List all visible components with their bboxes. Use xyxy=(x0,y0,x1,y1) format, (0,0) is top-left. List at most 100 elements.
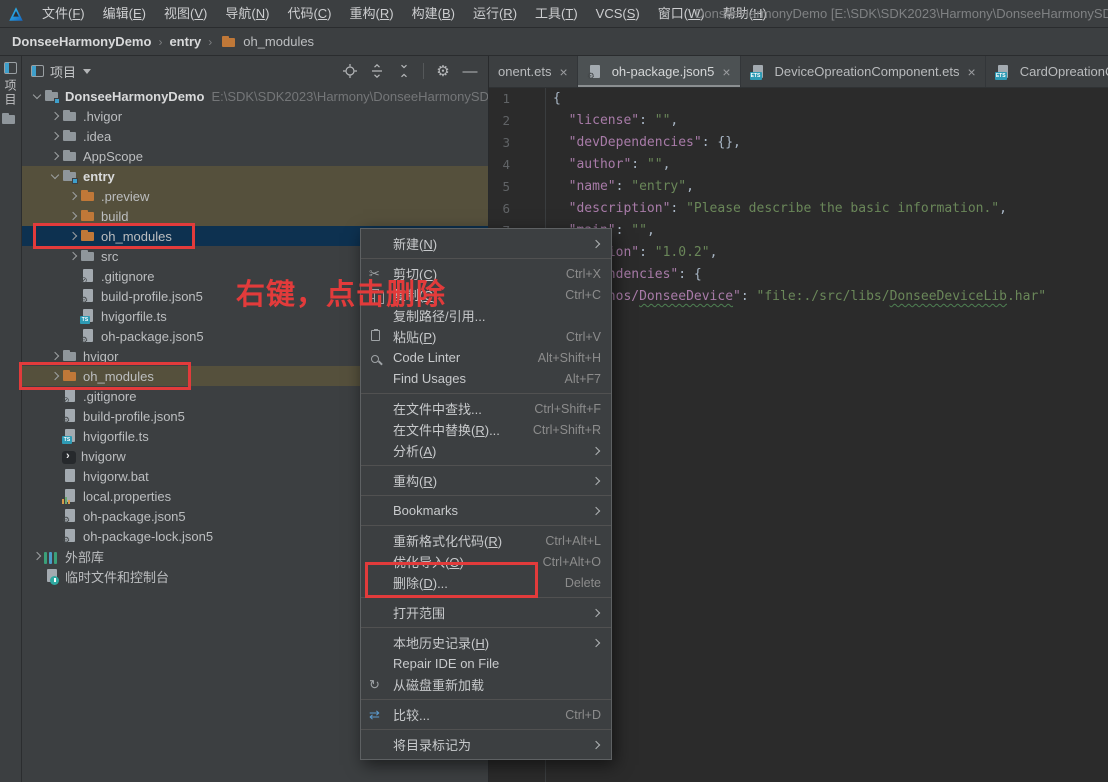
json5-file-icon: ⚙ xyxy=(80,289,96,303)
tree-item-label: local.properties xyxy=(83,489,171,504)
context-menu-item-13[interactable]: 重构(R) xyxy=(361,470,611,491)
collapse-all-button[interactable] xyxy=(396,63,412,79)
context-menu-item-10[interactable]: 在文件中替换(R)...Ctrl+Shift+R xyxy=(361,419,611,440)
tree-item-label: src xyxy=(101,249,118,264)
menubar-item-7[interactable]: 运行(R) xyxy=(464,0,526,28)
expand-all-button[interactable] xyxy=(369,63,385,79)
menu-item-label: 在文件中替换(R)... xyxy=(393,420,500,439)
tree-item-0[interactable]: DonseeHarmonyDemoE:\SDK\SDK2023\Harmony\… xyxy=(22,86,488,106)
chevron-down-icon[interactable] xyxy=(30,86,44,106)
typescript-file-icon: TS xyxy=(80,309,96,323)
submenu-arrow-icon xyxy=(591,239,601,249)
menubar-item-8[interactable]: 工具(T) xyxy=(526,0,587,28)
chevron-right-icon[interactable] xyxy=(48,126,62,146)
context-menu-item-23[interactable]: 本地历史记录(H) xyxy=(361,632,611,653)
scratches-icon xyxy=(44,569,60,583)
ide-window: 文件(F)编辑(E)视图(V)导航(N)代码(C)重构(R)构建(B)运行(R)… xyxy=(0,0,1108,782)
menubar-item-5[interactable]: 重构(R) xyxy=(341,0,403,28)
context-menu-item-27[interactable]: ⇄比较...Ctrl+D xyxy=(361,704,611,725)
menu-separator xyxy=(361,393,611,394)
close-icon[interactable]: × xyxy=(722,64,730,80)
context-menu-item-5[interactable]: 粘贴(P) Ctrl+V xyxy=(361,326,611,347)
project-panel-header: 项目 ⚙ — xyxy=(22,56,488,86)
tab-label: DeviceOpreationComponent.ets xyxy=(775,64,960,79)
folder-icon xyxy=(221,35,236,49)
arrow-spacer xyxy=(48,506,62,526)
context-menu-item-11[interactable]: 分析(A) xyxy=(361,440,611,461)
context-menu-item-6[interactable]: Code LinterAlt+Shift+H xyxy=(361,347,611,368)
tree-item-3[interactable]: AppScope xyxy=(22,146,488,166)
menubar-item-6[interactable]: 构建(B) xyxy=(403,0,464,28)
menu-bar: 文件(F)编辑(E)视图(V)导航(N)代码(C)重构(R)构建(B)运行(R)… xyxy=(33,0,776,28)
context-menu-item-0[interactable]: 新建(N) xyxy=(361,233,611,254)
menu-item-label: Find Usages xyxy=(393,371,466,386)
tree-item-label: build-profile.json5 xyxy=(83,409,185,424)
chevron-right-icon[interactable] xyxy=(30,546,44,566)
editor-tab-3[interactable]: ETSCardOpreationComp xyxy=(986,56,1108,87)
tree-item-4[interactable]: entry xyxy=(22,166,488,186)
paste-icon xyxy=(369,330,393,344)
menubar-item-1[interactable]: 编辑(E) xyxy=(94,0,155,28)
project-panel-title[interactable]: 项目 xyxy=(50,62,76,81)
menubar-item-9[interactable]: VCS(S) xyxy=(587,0,649,28)
tree-item-label: hvigorw xyxy=(81,449,126,464)
close-icon[interactable]: × xyxy=(560,64,568,80)
menu-shortcut: Ctrl+Alt+L xyxy=(533,534,601,548)
context-menu-item-29[interactable]: 将目录标记为 xyxy=(361,734,611,755)
context-menu-item-17[interactable]: 重新格式化代码(R)Ctrl+Alt+L xyxy=(361,530,611,551)
locate-button[interactable] xyxy=(342,63,358,79)
breadcrumb-item-2[interactable]: oh_modules xyxy=(241,34,316,49)
context-menu-item-21[interactable]: 打开范围 xyxy=(361,602,611,623)
line-number: 3 xyxy=(489,132,510,154)
menubar-item-0[interactable]: 文件(F) xyxy=(33,0,94,28)
close-icon[interactable]: × xyxy=(968,64,976,80)
menu-separator xyxy=(361,627,611,628)
chevron-right-icon[interactable] xyxy=(48,146,62,166)
tree-item-label: build xyxy=(101,209,128,224)
menu-item-label: 新建(N) xyxy=(393,234,437,253)
menubar-item-4[interactable]: 代码(C) xyxy=(278,0,340,28)
settings-button[interactable]: ⚙ xyxy=(435,63,451,79)
menu-shortcut: Ctrl+V xyxy=(554,330,601,344)
annotation-box-oh-modules-root xyxy=(19,362,191,390)
chevron-right-icon[interactable] xyxy=(48,106,62,126)
tree-item-2[interactable]: .idea xyxy=(22,126,488,146)
breadcrumb-item-0[interactable]: DonseeHarmonyDemo xyxy=(10,34,153,49)
menu-item-label: 将目录标记为 xyxy=(393,735,471,754)
submenu-arrow-icon xyxy=(591,476,601,486)
editor-tab-1[interactable]: ⚙oh-package.json5× xyxy=(578,56,741,87)
chevron-down-icon[interactable] xyxy=(83,69,91,74)
submenu-arrow-icon xyxy=(591,740,601,750)
menubar-item-3[interactable]: 导航(N) xyxy=(216,0,278,28)
breadcrumb-separator-icon: › xyxy=(208,35,212,49)
folder-icon[interactable] xyxy=(1,112,16,126)
tree-item-label: hvigorfile.ts xyxy=(83,429,149,444)
tree-item-label: .hvigor xyxy=(83,109,122,124)
tree-item-1[interactable]: .hvigor xyxy=(22,106,488,126)
chevron-right-icon[interactable] xyxy=(66,186,80,206)
menu-item-label: 粘贴(P) xyxy=(393,327,436,346)
menubar-item-2[interactable]: 视图(V) xyxy=(155,0,216,28)
context-menu-item-9[interactable]: 在文件中查找...Ctrl+Shift+F xyxy=(361,398,611,419)
hide-button[interactable]: — xyxy=(462,63,478,79)
tree-item-label: entry xyxy=(83,169,115,184)
tree-item-label: .gitignore xyxy=(83,389,136,404)
chevron-right-icon[interactable] xyxy=(66,246,80,266)
breadcrumb: DonseeHarmonyDemo›entry›oh_modules xyxy=(0,28,1108,56)
menu-separator xyxy=(361,495,611,496)
context-menu-item-24[interactable]: Repair IDE on File xyxy=(361,653,611,674)
context-menu-item-15[interactable]: Bookmarks xyxy=(361,500,611,521)
refresh-icon: ↻ xyxy=(369,678,393,692)
editor-tab-2[interactable]: ETSDeviceOpreationComponent.ets× xyxy=(741,56,986,87)
tree-item-5[interactable]: .preview xyxy=(22,186,488,206)
annotation-box-oh-modules-entry xyxy=(33,223,195,249)
tool-strip-project-label[interactable]: 项目 xyxy=(2,79,19,107)
editor-tab-0[interactable]: onent.ets× xyxy=(489,56,578,87)
context-menu-item-25[interactable]: ↻从磁盘重新加载 xyxy=(361,674,611,695)
menu-shortcut: Ctrl+Shift+F xyxy=(522,402,601,416)
json5-file-icon: ⚙ xyxy=(80,329,96,343)
breadcrumb-item-1[interactable]: entry xyxy=(167,34,203,49)
context-menu-item-7[interactable]: Find UsagesAlt+F7 xyxy=(361,368,611,389)
project-tool-window-icon[interactable] xyxy=(4,62,17,74)
chevron-down-icon[interactable] xyxy=(48,166,62,186)
